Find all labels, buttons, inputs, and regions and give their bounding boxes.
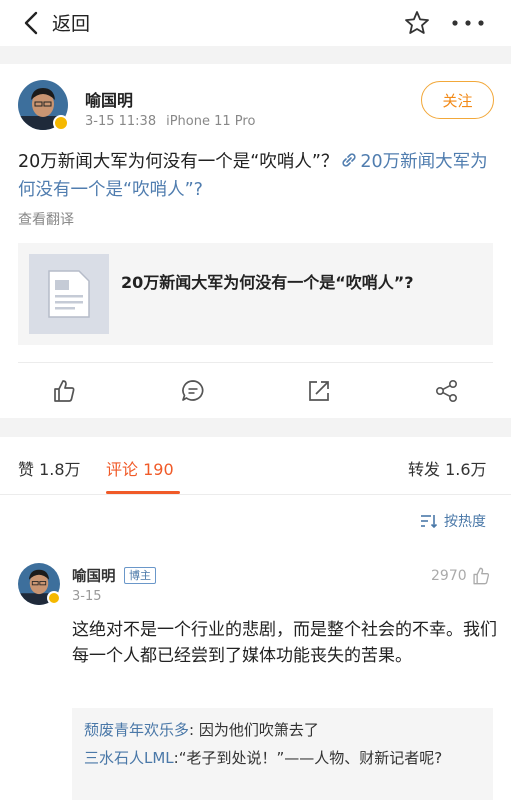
repost-icon[interactable] bbox=[306, 378, 332, 404]
tab-likes[interactable]: 赞 1.8万 bbox=[18, 456, 81, 480]
active-tab-indicator bbox=[106, 491, 180, 494]
comment-author-name[interactable]: 喻国明 bbox=[72, 565, 116, 586]
share-icon[interactable] bbox=[434, 378, 460, 404]
reply-author[interactable]: 颓废青年欢乐多 bbox=[84, 721, 189, 739]
article-icon bbox=[48, 270, 90, 318]
back-chevron-icon[interactable] bbox=[20, 10, 44, 36]
comment-text: 这绝对不是一个行业的悲剧，而是整个社会的不幸。我们每一个人都已经尝到了媒体功能丧… bbox=[72, 620, 497, 666]
post-date: 3-15 11:38 bbox=[85, 114, 157, 129]
follow-button[interactable]: 关注 bbox=[421, 81, 494, 119]
post-meta: 3-15 11:38 iPhone 11 Pro bbox=[85, 114, 255, 129]
reply-item[interactable]: 颓废青年欢乐多: 因为他们吹箫去了 bbox=[84, 718, 481, 742]
sort-icon bbox=[421, 515, 438, 528]
tab-comments[interactable]: 评论 190 bbox=[106, 456, 174, 480]
host-badge: 博主 bbox=[124, 567, 156, 584]
reply-item[interactable]: 三水石人LML:“老子到处说！”——人物、财新记者呢? bbox=[84, 746, 481, 770]
tab-reposts[interactable]: 转发 1.6万 bbox=[408, 456, 487, 480]
more-icon[interactable] bbox=[452, 20, 484, 26]
link-icon bbox=[342, 153, 357, 167]
comment-date: 3-15 bbox=[72, 589, 102, 604]
verified-badge-icon bbox=[53, 115, 69, 131]
card-title: 20万新闻大军为何没有一个是“吹哨人”? bbox=[121, 273, 414, 292]
interaction-tabs: 赞 1.8万 评论 190 转发 1.6万 bbox=[0, 437, 511, 495]
link-card[interactable]: 20万新闻大军为何没有一个是“吹哨人”? bbox=[18, 243, 493, 345]
section-gap bbox=[0, 46, 511, 64]
verified-badge-icon bbox=[47, 591, 61, 605]
back-button[interactable]: 返回 bbox=[52, 9, 90, 36]
comment-icon[interactable] bbox=[180, 378, 206, 404]
post-text-body: 20万新闻大军为何没有一个是“吹哨人”？ bbox=[18, 152, 339, 172]
translate-link[interactable]: 查看翻译 bbox=[18, 209, 74, 229]
reply-text: : 因为他们吹箫去了 bbox=[189, 721, 319, 739]
sort-label[interactable]: 按热度 bbox=[444, 511, 486, 531]
post-text: 20万新闻大军为何没有一个是“吹哨人”？ 20万新闻大军为何没有一个是“吹哨人”? bbox=[18, 148, 498, 204]
comment-like-count: 2970 bbox=[431, 568, 467, 584]
like-icon bbox=[473, 567, 489, 585]
section-gap bbox=[0, 418, 511, 437]
top-nav: 返回 bbox=[0, 0, 511, 46]
reply-list[interactable]: 颓废青年欢乐多: 因为他们吹箫去了 三水石人LML:“老子到处说！”——人物、财… bbox=[72, 708, 493, 800]
like-icon[interactable] bbox=[51, 378, 77, 404]
star-icon[interactable] bbox=[404, 10, 430, 36]
comment-like-button[interactable]: 2970 bbox=[431, 566, 491, 586]
sort-button[interactable]: 按热度 bbox=[420, 511, 486, 531]
post-author-name[interactable]: 喻国明 bbox=[85, 87, 133, 111]
reply-text: :“老子到处说！”——人物、财新记者呢? bbox=[173, 749, 443, 767]
divider bbox=[18, 362, 493, 363]
post-device: iPhone 11 Pro bbox=[166, 114, 256, 129]
article-thumbnail bbox=[29, 254, 109, 334]
reply-author[interactable]: 三水石人LML bbox=[84, 749, 174, 767]
